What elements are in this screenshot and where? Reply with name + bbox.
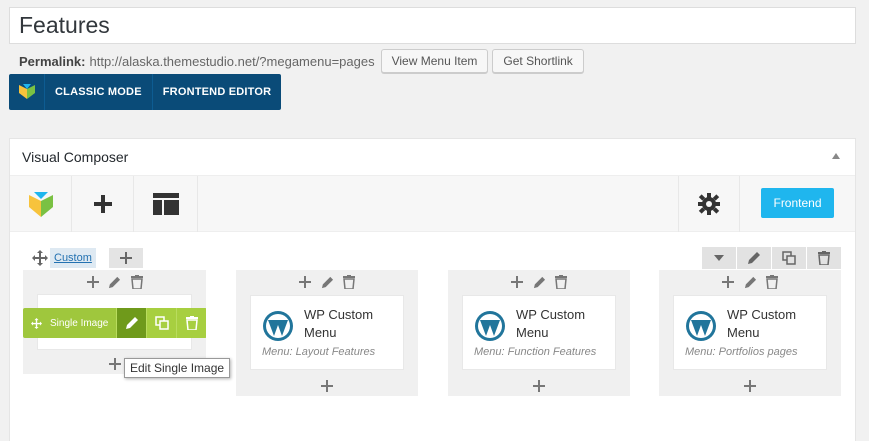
column-edit-pencil-icon[interactable] <box>530 273 548 291</box>
single-image-drag-handle[interactable]: Single Image <box>23 308 116 338</box>
element-subtitle: Menu: Layout Features <box>262 346 376 358</box>
row-delete-trash-icon[interactable] <box>807 247 841 269</box>
permalink-url[interactable]: http://alaska.themestudio.net/?megamenu=… <box>89 54 374 69</box>
element-title: WP Custom Menu <box>727 307 797 340</box>
column-edit-pencil-icon[interactable] <box>741 273 759 291</box>
column-delete-trash-icon[interactable] <box>340 273 358 291</box>
edit-pencil-icon[interactable] <box>116 308 146 338</box>
vc-toolbar-logo-icon[interactable] <box>10 176 72 232</box>
column-2: WP Custom Menu Menu: Layout Features <box>236 270 418 396</box>
column-add-icon[interactable] <box>508 273 526 291</box>
column-delete-trash-icon[interactable] <box>128 273 146 291</box>
row-add-column-icon[interactable] <box>109 248 143 268</box>
vc-panel-header[interactable]: Visual Composer <box>10 139 855 176</box>
wp-custom-menu-element[interactable]: WP Custom Menu Menu: Function Features <box>462 295 616 370</box>
column-tools <box>448 273 630 291</box>
element-subtitle: Menu: Portfolios pages <box>685 346 798 358</box>
element-subtitle: Menu: Function Features <box>474 346 597 358</box>
wp-custom-menu-element[interactable]: WP Custom Menu Menu: Layout Features <box>250 295 404 370</box>
row-move-icon[interactable] <box>32 250 48 266</box>
vc-panel-title: Visual Composer <box>22 149 129 165</box>
wp-custom-menu-element[interactable]: WP Custom Menu Menu: Portfolios pages <box>673 295 827 370</box>
column-tools <box>236 273 418 291</box>
settings-gear-icon[interactable] <box>678 176 740 232</box>
column-add-element-icon[interactable] <box>448 380 630 392</box>
element-title: WP Custom Menu <box>304 307 374 340</box>
wordpress-logo-icon <box>475 311 505 341</box>
frontend-button[interactable]: Frontend <box>761 188 834 218</box>
clone-icon[interactable] <box>146 308 176 338</box>
get-shortlink-button[interactable]: Get Shortlink <box>492 49 584 73</box>
permalink-row: Permalink: http://alaska.themestudio.net… <box>19 49 588 73</box>
row-edit-pencil-icon[interactable] <box>737 247 771 269</box>
row-clone-icon[interactable] <box>772 247 806 269</box>
edit-tooltip: Edit Single Image <box>124 358 231 378</box>
post-title-input[interactable]: Features <box>9 7 856 44</box>
vc-mode-bar: CLASSIC MODE FRONTEND EDITOR <box>9 74 282 110</box>
wordpress-logo-icon <box>686 311 716 341</box>
column-add-element-icon[interactable] <box>236 380 418 392</box>
collapse-arrow-icon[interactable] <box>832 153 840 159</box>
column-add-icon[interactable] <box>296 273 314 291</box>
column-add-icon[interactable] <box>719 273 737 291</box>
single-image-controls: Single Image <box>23 308 207 338</box>
column-add-icon[interactable] <box>84 273 102 291</box>
column-edit-pencil-icon[interactable] <box>106 273 124 291</box>
column-delete-trash-icon[interactable] <box>763 273 781 291</box>
column-4: WP Custom Menu Menu: Portfolios pages <box>659 270 841 396</box>
column-tools <box>23 273 206 291</box>
column-3: WP Custom Menu Menu: Function Features <box>448 270 630 396</box>
row-toggle-icon[interactable] <box>702 247 736 269</box>
column-tools <box>659 273 841 291</box>
column-add-element-icon[interactable] <box>659 380 841 392</box>
single-image-label: Single Image <box>50 317 109 329</box>
view-menu-item-button[interactable]: View Menu Item <box>380 49 489 73</box>
column-edit-pencil-icon[interactable] <box>318 273 336 291</box>
vc-toolbar: Frontend <box>10 176 855 232</box>
classic-mode-button[interactable]: CLASSIC MODE <box>45 74 153 110</box>
vc-logo-icon <box>9 74 45 110</box>
permalink-label: Permalink: <box>19 53 86 69</box>
element-title: WP Custom Menu <box>516 307 586 340</box>
wordpress-logo-icon <box>263 311 293 341</box>
add-element-icon[interactable] <box>72 176 134 232</box>
column-delete-trash-icon[interactable] <box>552 273 570 291</box>
row-controls <box>702 247 842 269</box>
frontend-editor-button[interactable]: FRONTEND EDITOR <box>153 74 282 110</box>
delete-trash-icon[interactable] <box>176 308 206 338</box>
row-layout-custom[interactable]: Custom <box>50 248 96 268</box>
templates-icon[interactable] <box>134 176 198 232</box>
